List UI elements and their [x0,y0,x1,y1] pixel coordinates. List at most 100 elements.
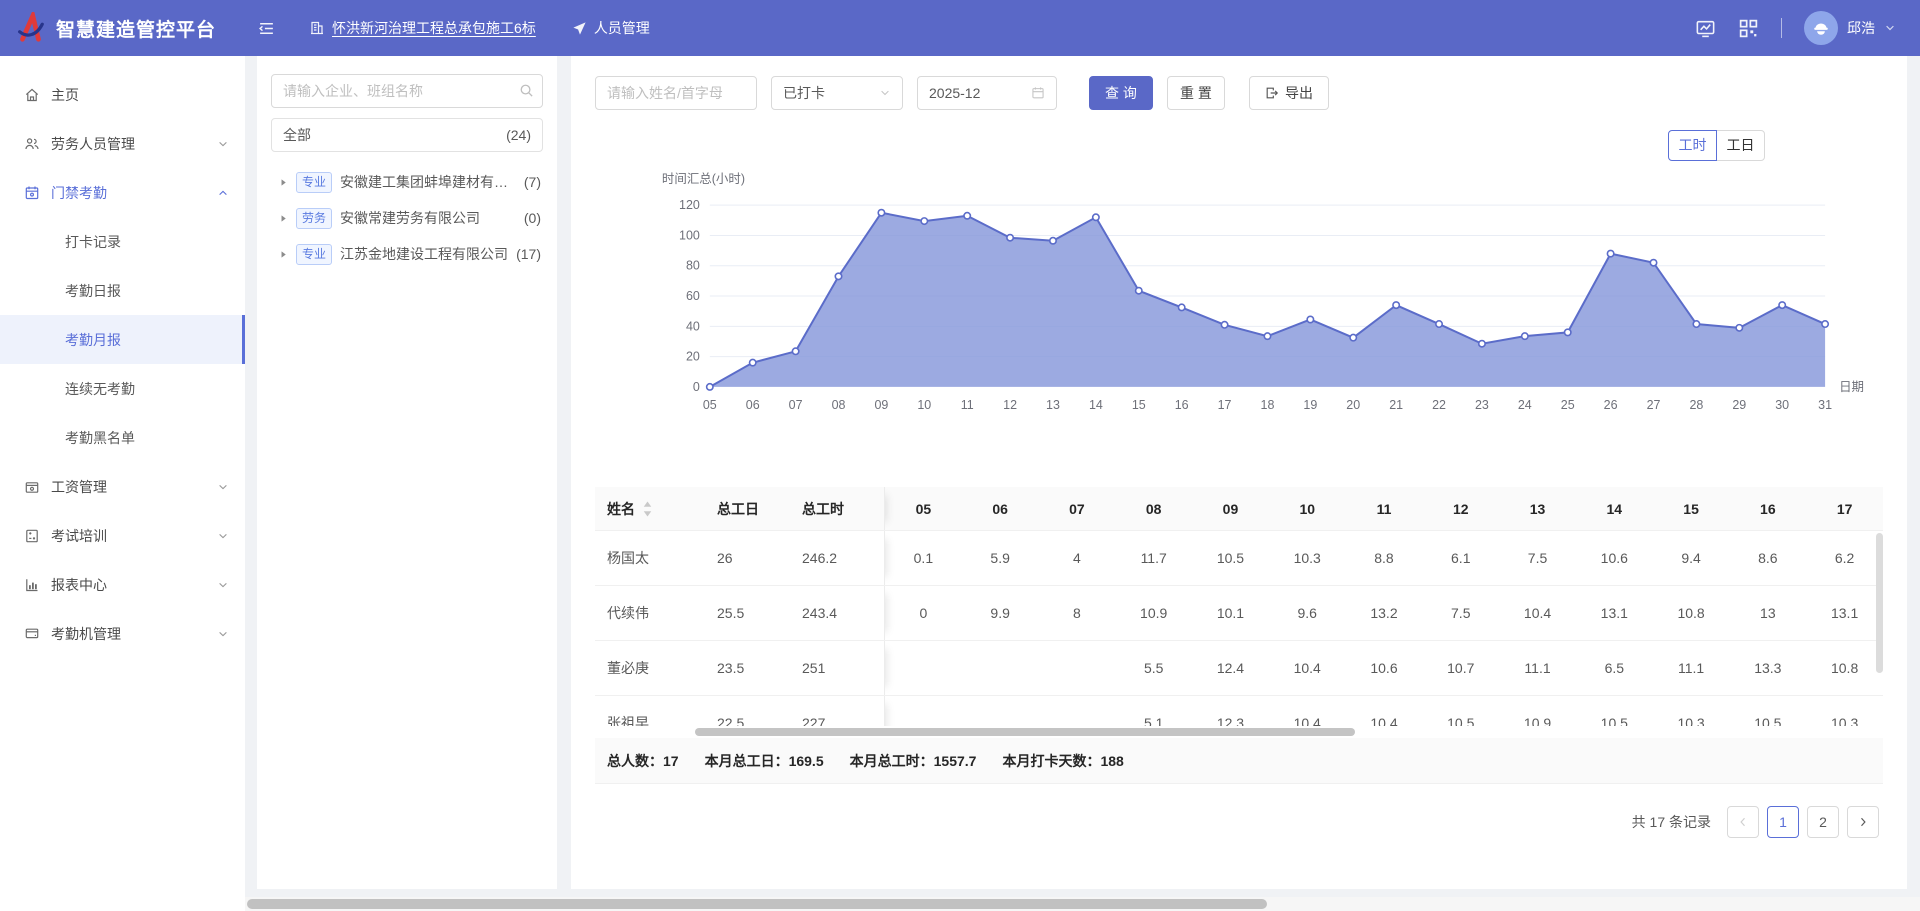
page-hscroll-thumb[interactable] [247,899,1267,909]
sidebar-item-report[interactable]: 报表中心 [0,560,245,609]
status-select[interactable]: 已打卡 [771,76,903,110]
app-logo-icon [14,12,46,44]
sidebar-item-label: 报表中心 [51,575,217,595]
svg-text:80: 80 [686,259,700,273]
svg-text:40: 40 [686,319,700,333]
pagination-prev-icon[interactable] [1727,806,1759,838]
sidebar-item-users[interactable]: 劳务人员管理 [0,119,245,168]
wallet-icon [24,479,40,495]
cell-day-value: 5.5 [1115,660,1192,676]
module-label: 人员管理 [594,18,650,38]
search-icon[interactable] [519,83,534,103]
cell-day-value: 10.6 [1346,660,1423,676]
sidebar-subitem-4[interactable]: 考勤黑名单 [0,413,245,462]
cell-day-value: 4 [1039,550,1116,566]
svg-text:17: 17 [1218,398,1232,412]
cell-day-value: 13.1 [1576,605,1653,621]
sidebar-subitem-3[interactable]: 连续无考勤 [0,364,245,413]
col-header-day: 10 [1269,501,1346,517]
company-count: (0) [524,210,541,226]
pagination-next-icon[interactable] [1847,806,1879,838]
reset-button[interactable]: 重 置 [1167,76,1225,110]
exam-icon [24,528,40,544]
pagination-page-2[interactable]: 2 [1807,806,1839,838]
menu-fold-icon[interactable] [258,20,275,37]
cell-day-value: 6.1 [1422,550,1499,566]
cell-day-value: 13.3 [1729,660,1806,676]
col-header-day: 09 [1192,501,1269,517]
toggle-days[interactable]: 工日 [1716,130,1765,161]
search-button[interactable]: 查 询 [1089,76,1153,110]
sidebar-item-exam[interactable]: 考试培训 [0,511,245,560]
sidebar-item-attendance[interactable]: 门禁考勤 [0,168,245,217]
chevron-up-icon [217,187,229,199]
name-search-input[interactable] [595,76,757,110]
svg-text:23: 23 [1475,398,1489,412]
col-header-day: 05 [885,501,962,517]
page: 智慧建造管控平台 怀洪新河治理工程总承包施工6标 人员管理 [0,0,1920,911]
cell-day-value: 13.1 [1806,605,1883,621]
tree-root-all[interactable]: 全部 (24) [271,118,543,152]
qrcode-icon[interactable] [1738,18,1759,39]
send-icon [572,21,587,36]
cell-day-value: 5.9 [962,550,1039,566]
company-count: (17) [516,246,541,262]
cell-day-value: 8 [1039,605,1116,621]
tree-search-input[interactable] [271,74,543,108]
table-row: 杨国太26246.20.15.9411.710.510.38.86.17.510… [595,531,1883,586]
svg-text:29: 29 [1732,398,1746,412]
sidebar-subitem-2[interactable]: 考勤月报 [0,315,245,364]
pagination-page-1[interactable]: 1 [1767,806,1799,838]
table-hscroll-thumb[interactable] [695,728,1355,736]
cell-name: 杨国太 [595,548,705,568]
svg-text:11: 11 [961,398,974,412]
project-selector[interactable]: 怀洪新河治理工程总承包施工6标 [309,18,536,38]
navbar-right: 邱浩 [1695,11,1896,45]
avatar [1804,11,1838,45]
sidebar-item-device[interactable]: 考勤机管理 [0,609,245,658]
cell-day-value: 10.5 [1729,715,1806,726]
cell-day-value: 10.4 [1499,605,1576,621]
month-picker[interactable]: 2025-12 [917,76,1057,110]
sidebar-subitem-1[interactable]: 考勤日报 [0,266,245,315]
user-menu[interactable]: 邱浩 [1804,11,1896,45]
app-title: 智慧建造管控平台 [56,15,216,42]
svg-text:20: 20 [686,350,700,364]
table-vertical-scrollbar[interactable] [1876,533,1883,673]
device-icon [24,626,40,642]
company-name: 江苏金地建设工程有限公司 [340,244,508,264]
col-header-day: 13 [1499,501,1576,517]
caret-right-icon[interactable] [279,250,288,259]
sort-icon[interactable] [643,501,652,517]
table-body: 杨国太26246.20.15.9411.710.510.38.86.17.510… [595,531,1883,726]
report-icon [24,577,40,593]
monitor-chart-icon[interactable] [1695,18,1716,39]
module-personnel[interactable]: 人员管理 [572,18,650,38]
calendar-icon [1031,86,1045,100]
caret-right-icon[interactable] [279,214,288,223]
caret-right-icon[interactable] [279,178,288,187]
table-row: 张祖早22.52275.112.310.410.410.510.910.510.… [595,696,1883,726]
tree-company-item[interactable]: 专业安徽建工集团蚌埠建材有限...(7) [271,164,543,200]
sidebar-item-home[interactable]: 主页 [0,70,245,119]
attendance-table: 姓名总工日总工时05060708091011121314151617 杨国太26… [595,487,1883,784]
sidebar-item-wallet[interactable]: 工资管理 [0,462,245,511]
tree-company-item[interactable]: 劳务安徽常建劳务有限公司(0) [271,200,543,236]
col-header-0[interactable]: 姓名 [595,499,705,519]
company-type-tag: 劳务 [296,208,332,229]
pagination-total: 共 17 条记录 [1632,812,1711,832]
home-icon [24,87,40,103]
users-icon [24,136,40,152]
cell-day-value: 10.3 [1653,715,1730,726]
col-header-day: 08 [1115,501,1192,517]
filter-bar: 已打卡 2025-12 查 询 重 置 [595,76,1883,110]
toggle-hours[interactable]: 工时 [1668,130,1717,161]
company-name: 安徽建工集团蚌埠建材有限... [340,172,516,192]
export-button[interactable]: 导出 [1249,76,1329,110]
main-layout: 主页劳务人员管理门禁考勤打卡记录考勤日报考勤月报连续无考勤考勤黑名单工资管理考试… [0,56,1920,911]
sidebar-subitem-0[interactable]: 打卡记录 [0,217,245,266]
sidebar-subitem-label: 考勤月报 [65,330,121,350]
tree-company-item[interactable]: 专业江苏金地建设工程有限公司(17) [271,236,543,272]
company-type-tag: 专业 [296,172,332,193]
svg-text:14: 14 [1089,398,1103,412]
